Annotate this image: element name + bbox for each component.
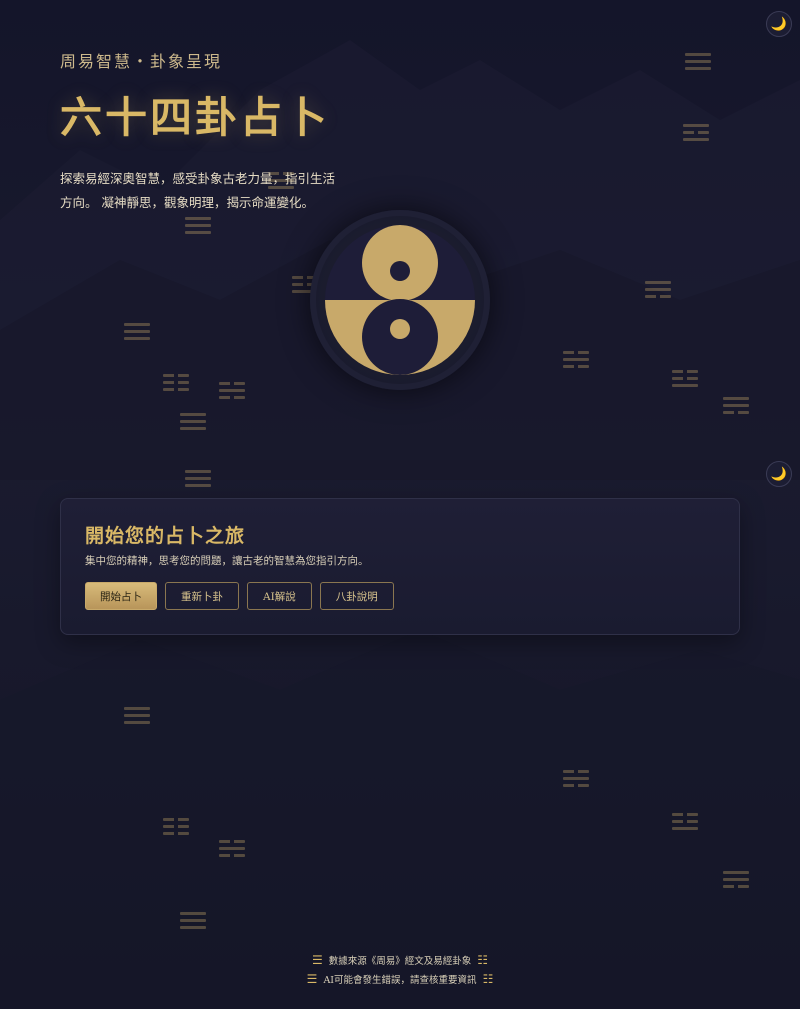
panel-title: 開始您的占卜之旅 [85, 525, 246, 547]
trigram-decoration [672, 813, 698, 830]
trigram-decoration [563, 351, 589, 368]
theme-toggle-button[interactable]: 🌙 [766, 461, 792, 487]
trigram-decoration [723, 397, 749, 414]
panel-description: 集中您的精神，思考您的問題，讓古老的智慧為您指引方向。 [85, 555, 369, 567]
trigram-icon: ☰ [311, 953, 323, 967]
bagua-info-button[interactable]: 八卦說明 [319, 582, 394, 610]
trigram-decoration [723, 871, 749, 888]
trigram-icon: ☷ [482, 972, 494, 986]
taiji-icon [325, 225, 475, 375]
trigram-decoration [185, 470, 211, 487]
trigram-icon: ☰ [306, 972, 318, 986]
trigram-decoration [163, 374, 189, 391]
trigram-decoration [124, 707, 150, 724]
divination-panel: 開始您的占卜之旅 集中您的精神，思考您的問題，讓古老的智慧為您指引方向。 開始占… [60, 498, 740, 635]
page-title: 六十四卦占卜 [60, 93, 331, 142]
trigram-decoration [219, 382, 245, 399]
trigram-decoration [124, 323, 150, 340]
trigram-decoration [185, 217, 211, 234]
trigram-decoration [180, 413, 206, 430]
ai-explain-button[interactable]: AI解說 [247, 582, 312, 610]
trigram-decoration [683, 124, 709, 141]
footer-disclaimer-text: AI可能會發生錯誤，請查核重要資訊 [323, 975, 477, 986]
moon-icon: 🌙 [770, 466, 788, 482]
trigram-decoration [180, 912, 206, 929]
hero-subtitle: 周易智慧・卦象呈現 [60, 52, 223, 71]
footer-disclaimer: ☰ AI可能會發生錯誤，請查核重要資訊 ☷ [0, 972, 800, 986]
taiji-emblem[interactable] [310, 210, 490, 390]
trigram-decoration [219, 840, 245, 857]
trigram-decoration [672, 370, 698, 387]
footer-source: ☰ 數據來源《周易》經文及易經卦象 ☷ [0, 953, 800, 967]
start-divination-button[interactable]: 開始占卜 [85, 582, 157, 610]
trigram-decoration [163, 818, 189, 835]
hero-description: 探索易經深奧智慧，感受卦象古老力量，指引生活方向。 凝神靜思，觀象明理，揭示命運… [60, 171, 336, 210]
trigram-icon: ☷ [477, 953, 489, 967]
theme-toggle-button[interactable]: 🌙 [766, 11, 792, 37]
redo-divination-button[interactable]: 重新卜卦 [165, 582, 239, 610]
trigram-decoration [563, 770, 589, 787]
action-buttons: 開始占卜 重新卜卦 AI解說 八卦說明 [85, 582, 394, 610]
trigram-decoration [685, 53, 711, 70]
trigram-decoration [645, 281, 671, 298]
moon-icon: 🌙 [770, 16, 788, 32]
hero-section: 周易智慧・卦象呈現 六十四卦占卜 探索易經深奧智慧，感受卦象古老力量，指引生活方… [60, 48, 340, 215]
footer-source-text: 數據來源《周易》經文及易經卦象 [328, 956, 472, 967]
